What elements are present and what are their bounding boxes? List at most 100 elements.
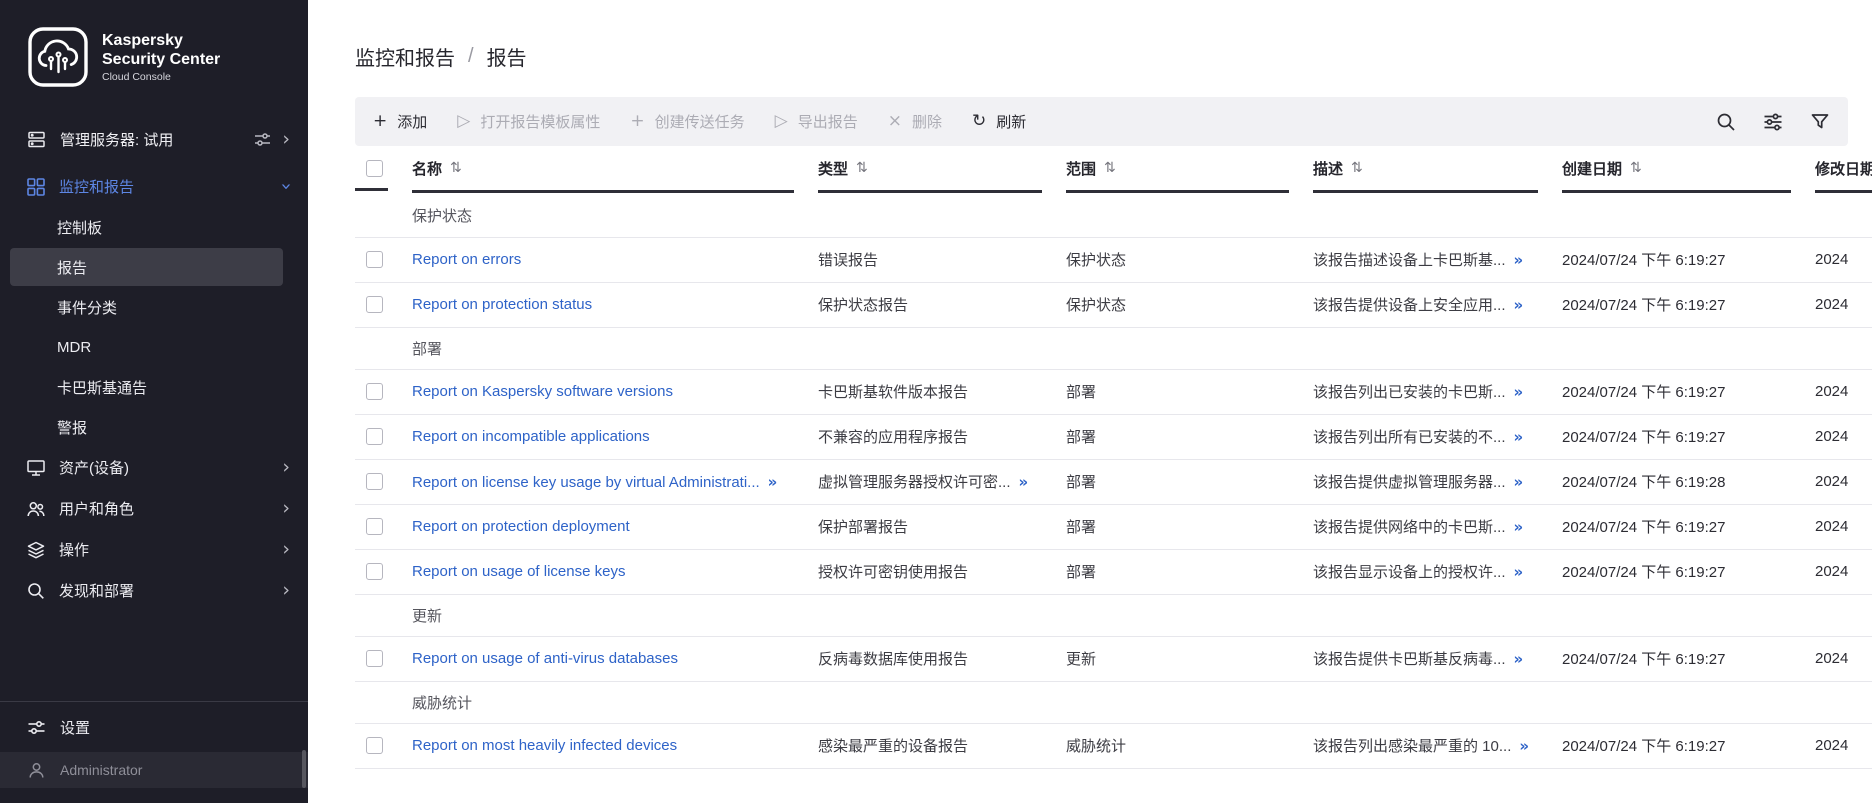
sort-icon[interactable]: ⇅ xyxy=(856,160,868,176)
export-report-button[interactable]: ▷ 导出报告 xyxy=(775,111,858,132)
column-header-type[interactable]: 类型⇅ xyxy=(818,155,1066,195)
group-row: 保护状态 xyxy=(355,195,1872,237)
sidebar-item-event-selections[interactable]: 事件分类 xyxy=(0,287,308,327)
chevron-right-icon[interactable]: › xyxy=(282,540,290,559)
report-link[interactable]: Report on errors xyxy=(412,251,521,268)
refresh-button[interactable]: ↻ 刷新 xyxy=(972,111,1026,132)
checkbox-cell xyxy=(355,414,412,459)
create-delivery-task-label: 创建传送任务 xyxy=(655,111,745,132)
expand-icon[interactable]: » xyxy=(768,473,777,491)
row-checkbox[interactable] xyxy=(366,473,383,490)
sidebar-item-kaspersky-announcements[interactable]: 卡巴斯基通告 xyxy=(0,367,308,407)
description-text: 该报告提供虚拟管理服务器... xyxy=(1313,474,1506,491)
expand-icon[interactable]: » xyxy=(1514,650,1523,668)
report-link[interactable]: Report on license key usage by virtual A… xyxy=(412,474,760,491)
expand-icon[interactable]: » xyxy=(1519,737,1528,755)
create-delivery-task-button[interactable]: + 创建传送任务 xyxy=(630,111,744,132)
sort-icon[interactable]: ⇅ xyxy=(1351,160,1363,176)
expand-icon[interactable]: » xyxy=(1514,428,1523,446)
expand-icon[interactable]: » xyxy=(1019,473,1028,491)
row-checkbox[interactable] xyxy=(366,251,383,268)
sidebar-item-monitoring-reporting[interactable]: 监控和报告 › xyxy=(0,166,308,207)
row-checkbox[interactable] xyxy=(366,737,383,754)
account-menu[interactable]: Administrator xyxy=(0,752,308,788)
report-link[interactable]: Report on Kaspersky software versions xyxy=(412,383,673,400)
name-cell: Report on errors xyxy=(412,237,818,282)
sidebar-item-alerts[interactable]: 警报 xyxy=(0,407,308,447)
breadcrumb-separator: / xyxy=(468,45,474,68)
chevron-down-icon[interactable]: › xyxy=(277,183,296,191)
row-checkbox[interactable] xyxy=(366,563,383,580)
description-text: 该报告列出感染最严重的 10... xyxy=(1313,738,1511,755)
expand-icon[interactable]: » xyxy=(1514,473,1523,491)
row-checkbox[interactable] xyxy=(366,428,383,445)
open-report-template-properties-button[interactable]: ▷ 打开报告模板属性 xyxy=(457,111,600,132)
group-label: 保护状态 xyxy=(355,195,1872,237)
checkbox-cell xyxy=(355,237,412,282)
scope-cell: 保护状态 xyxy=(1066,237,1313,282)
type-cell: 不兼容的应用程序报告 xyxy=(818,414,1066,459)
sort-icon[interactable]: ⇅ xyxy=(450,160,462,176)
type-cell: 保护状态报告 xyxy=(818,282,1066,327)
row-checkbox[interactable] xyxy=(366,296,383,313)
scope-cell: 部署 xyxy=(1066,504,1313,549)
row-checkbox[interactable] xyxy=(366,383,383,400)
breadcrumb-parent[interactable]: 监控和报告 xyxy=(355,42,455,71)
modified-date-cell: 2024 xyxy=(1815,459,1872,504)
sidebar-item-reports[interactable]: 报告 xyxy=(10,248,283,286)
expand-icon[interactable]: » xyxy=(1514,563,1523,581)
scope-cell: 部署 xyxy=(1066,459,1313,504)
search-icon[interactable] xyxy=(1716,112,1736,132)
filter-funnel-icon[interactable] xyxy=(1810,112,1830,132)
expand-icon[interactable]: » xyxy=(1514,296,1523,314)
sidebar-item-settings[interactable]: 设置 xyxy=(0,702,308,752)
report-link[interactable]: Report on protection status xyxy=(412,296,592,313)
toolbar: + 添加 ▷ 打开报告模板属性 + 创建传送任务 ▷ 导出报告 × 删除 ↻ 刷… xyxy=(355,97,1848,146)
server-selector[interactable]: 管理服务器: 试用 › xyxy=(0,118,308,160)
column-settings-icon[interactable] xyxy=(1763,112,1783,132)
sidebar-scrollbar[interactable] xyxy=(302,750,306,788)
chevron-right-icon[interactable]: › xyxy=(282,581,290,600)
sidebar-subitem-label: MDR xyxy=(57,339,91,356)
row-checkbox[interactable] xyxy=(366,650,383,667)
chevron-right-icon[interactable]: › xyxy=(282,499,290,518)
row-checkbox[interactable] xyxy=(366,518,383,535)
main-content: 监控和报告 / 报告 + 添加 ▷ 打开报告模板属性 + 创建传送任务 ▷ 导出… xyxy=(308,0,1872,803)
expand-icon[interactable]: » xyxy=(1514,383,1523,401)
type-cell: 虚拟管理服务器授权许可密... » xyxy=(818,459,1066,504)
name-cell: Report on protection deployment xyxy=(412,504,818,549)
report-link[interactable]: Report on incompatible applications xyxy=(412,428,650,445)
report-link[interactable]: Report on usage of anti-virus databases xyxy=(412,650,678,667)
column-label: 创建日期 xyxy=(1562,158,1622,179)
chevron-right-icon[interactable]: › xyxy=(282,458,290,477)
sidebar-item-users-roles[interactable]: 用户和角色 › xyxy=(0,488,308,529)
sort-icon[interactable]: ⇅ xyxy=(1630,160,1642,176)
scope-cell: 保护状态 xyxy=(1066,282,1313,327)
type-cell: 保护部署报告 xyxy=(818,504,1066,549)
column-header-name[interactable]: 名称⇅ xyxy=(412,155,818,195)
refresh-icon: ↻ xyxy=(972,113,986,130)
sidebar-item-assets-devices[interactable]: 资产(设备) › xyxy=(0,447,308,488)
sidebar-item-dashboard[interactable]: 控制板 xyxy=(0,207,308,247)
sidebar-item-operations[interactable]: 操作 › xyxy=(0,529,308,570)
created-date-cell: 2024/07/24 下午 6:19:27 xyxy=(1562,549,1815,594)
select-all-checkbox[interactable] xyxy=(366,160,383,177)
sidebar-item-discovery-deployment[interactable]: 发现和部署 › xyxy=(0,570,308,611)
column-header-created[interactable]: 创建日期 ⇅ xyxy=(1562,155,1815,195)
checkbox-cell xyxy=(355,504,412,549)
report-link[interactable]: Report on usage of license keys xyxy=(412,563,625,580)
report-link[interactable]: Report on most heavily infected devices xyxy=(412,737,677,754)
sidebar-item-mdr[interactable]: MDR xyxy=(0,327,308,367)
column-header-scope[interactable]: 范围⇅ xyxy=(1066,155,1313,195)
column-header-description[interactable]: 描述⇅ xyxy=(1313,155,1562,195)
server-settings-icon[interactable] xyxy=(253,130,272,149)
add-button[interactable]: + 添加 xyxy=(373,111,427,132)
delete-button[interactable]: × 删除 xyxy=(888,111,942,132)
column-header-modified[interactable]: 修改日期⇅ xyxy=(1815,155,1872,195)
report-link[interactable]: Report on protection deployment xyxy=(412,518,630,535)
type-text: 虚拟管理服务器授权许可密... xyxy=(818,474,1011,491)
chevron-right-icon[interactable]: › xyxy=(282,130,290,149)
expand-icon[interactable]: » xyxy=(1514,518,1523,536)
sort-icon[interactable]: ⇅ xyxy=(1104,160,1116,176)
expand-icon[interactable]: » xyxy=(1514,251,1523,269)
